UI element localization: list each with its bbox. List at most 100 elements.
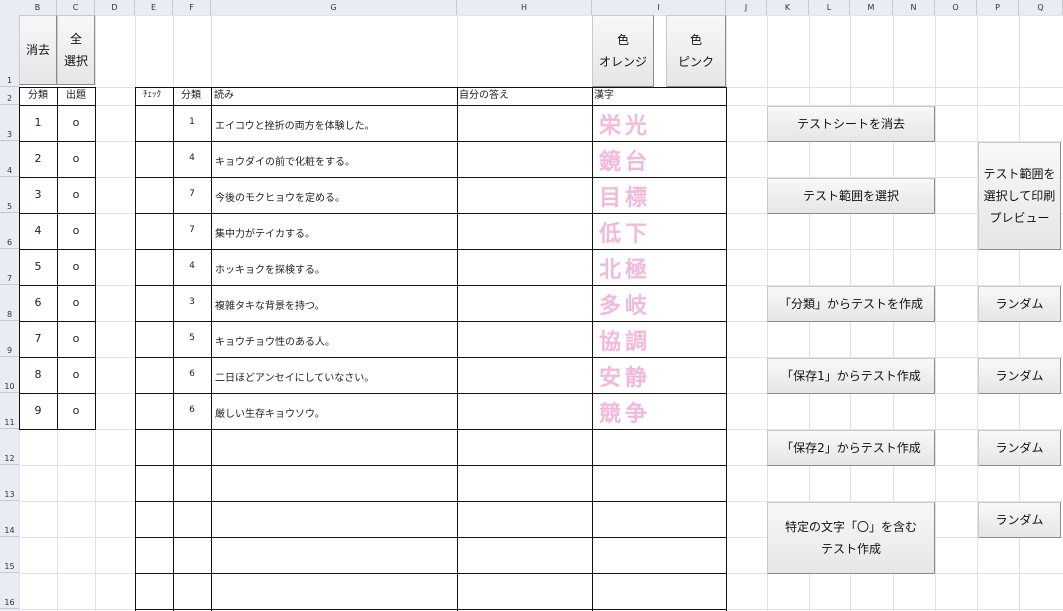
create-from-save2-button[interactable]: 「保存2」からテスト作成 bbox=[767, 430, 935, 466]
question-mark: o bbox=[72, 368, 80, 381]
column-header[interactable]: D bbox=[95, 0, 135, 15]
column-header[interactable]: H bbox=[457, 0, 592, 15]
gridline bbox=[19, 15, 1063, 16]
table-border bbox=[135, 393, 727, 394]
table-border bbox=[19, 213, 96, 214]
column-header[interactable]: I bbox=[592, 0, 726, 15]
create-with-specific-char-button[interactable]: 特定の文字「〇」を含む テスト作成 bbox=[767, 502, 935, 574]
table-border bbox=[19, 393, 96, 394]
kanji-answer: 目標 bbox=[599, 185, 652, 211]
question-mark: o bbox=[72, 188, 80, 201]
table-border bbox=[135, 321, 727, 322]
column-header[interactable]: G bbox=[211, 0, 457, 15]
reading-text: キョウチョウ性のある人。 bbox=[215, 337, 335, 348]
row-header-label: 10 bbox=[4, 382, 15, 391]
create-from-save1-button[interactable]: 「保存1」からテスト作成 bbox=[767, 358, 935, 394]
category-number: 7 bbox=[189, 189, 195, 199]
kanji-answer: 低下 bbox=[599, 221, 652, 247]
table-border bbox=[19, 429, 96, 430]
row-header[interactable]: 2 bbox=[0, 87, 19, 105]
row-number: 4 bbox=[34, 224, 42, 237]
header-bunrui-left: 分類 bbox=[28, 90, 48, 101]
spreadsheet[interactable]: BCDEFGHIJKLMNOPQ 1 2 3 4 5 6 7 8 9 10 11 12 13 14 15 16… bbox=[0, 0, 1063, 611]
row-header[interactable]: 7 bbox=[0, 249, 19, 285]
reading-text: 複雑タキな背景を持つ。 bbox=[215, 301, 325, 312]
table-border bbox=[135, 429, 727, 430]
row-header[interactable]: 3 bbox=[0, 105, 19, 141]
row-header[interactable]: 14 bbox=[0, 501, 19, 537]
row-header-label: 2 bbox=[6, 94, 13, 103]
random-button-3[interactable]: ランダム bbox=[978, 430, 1061, 466]
reading-text: ホッキョクを探検する。 bbox=[215, 265, 325, 276]
column-header[interactable]: P bbox=[977, 0, 1019, 15]
header-bunrui: 分類 bbox=[181, 90, 201, 101]
row-header-label: 6 bbox=[6, 238, 13, 247]
column-header[interactable]: L bbox=[809, 0, 850, 15]
kanji-answer: 安静 bbox=[599, 365, 652, 391]
column-header[interactable]: N bbox=[893, 0, 935, 15]
column-header[interactable]: Q bbox=[1019, 0, 1063, 15]
select-test-range-button[interactable]: テスト範囲を選択 bbox=[767, 178, 935, 214]
row-number: 2 bbox=[34, 152, 42, 165]
table-border bbox=[19, 357, 96, 358]
table-border bbox=[135, 465, 727, 466]
row-header[interactable]: 10 bbox=[0, 357, 19, 393]
random-button-2[interactable]: ランダム bbox=[978, 358, 1061, 394]
row-header[interactable]: 5 bbox=[0, 177, 19, 213]
row-header[interactable]: 11 bbox=[0, 393, 19, 429]
row-number: 1 bbox=[34, 116, 42, 129]
row-header[interactable]: 9 bbox=[0, 321, 19, 357]
row-header[interactable]: 8 bbox=[0, 285, 19, 321]
question-mark: o bbox=[72, 224, 80, 237]
table-border bbox=[135, 285, 727, 286]
row-header-label: 9 bbox=[6, 346, 13, 355]
row-header-label: 11 bbox=[4, 418, 15, 427]
reading-text: 厳しい生存キョウソウ。 bbox=[215, 409, 325, 420]
table-border bbox=[135, 537, 727, 538]
column-header[interactable]: J bbox=[726, 0, 767, 15]
reading-text: 集中力がテイカする。 bbox=[215, 229, 315, 240]
row-header[interactable]: 15 bbox=[0, 537, 19, 573]
row-header[interactable]: 1 bbox=[0, 15, 19, 87]
row-header[interactable]: 6 bbox=[0, 213, 19, 249]
table-border bbox=[135, 213, 727, 214]
column-header[interactable]: O bbox=[935, 0, 977, 15]
row-header[interactable]: 16 bbox=[0, 573, 19, 609]
column-header[interactable]: F bbox=[173, 0, 211, 15]
row-number: 6 bbox=[34, 296, 42, 309]
row-header-label: 1 bbox=[6, 76, 13, 85]
question-mark: o bbox=[72, 260, 80, 273]
table-border bbox=[19, 177, 96, 178]
row-header-label: 8 bbox=[6, 310, 13, 319]
table-border bbox=[19, 105, 96, 106]
table-border bbox=[173, 87, 174, 611]
category-number: 6 bbox=[189, 369, 195, 379]
random-button-1[interactable]: ランダム bbox=[978, 286, 1061, 322]
select-range-print-preview-button[interactable]: テスト範囲を 選択して印刷 プレビュー bbox=[978, 142, 1061, 250]
erase-test-sheet-button[interactable]: テストシートを消去 bbox=[767, 106, 935, 142]
column-header[interactable]: K bbox=[767, 0, 809, 15]
select-all-button[interactable]: 全 選択 bbox=[57, 15, 95, 85]
random-button-4[interactable]: ランダム bbox=[978, 502, 1061, 538]
row-header[interactable]: 13 bbox=[0, 465, 19, 501]
table-border bbox=[19, 321, 96, 322]
color-pink-button[interactable]: 色 ピンク bbox=[666, 15, 726, 87]
reading-text: エイコウと挫折の両方を体験した。 bbox=[215, 121, 375, 132]
erase-button[interactable]: 消去 bbox=[19, 15, 57, 85]
table-border bbox=[135, 87, 136, 611]
create-from-category-button[interactable]: 「分類」からテストを作成 bbox=[767, 286, 935, 322]
reading-text: 二日ほどアンセイにしていなさい。 bbox=[215, 373, 375, 384]
category-number: 3 bbox=[189, 297, 195, 307]
table-border bbox=[135, 501, 727, 502]
row-header-label: 16 bbox=[4, 598, 15, 607]
column-header[interactable]: M bbox=[850, 0, 893, 15]
color-orange-button[interactable]: 色 オレンジ bbox=[592, 15, 654, 87]
row-header[interactable]: 4 bbox=[0, 141, 19, 177]
column-header[interactable]: C bbox=[57, 0, 95, 15]
row-header[interactable]: 12 bbox=[0, 429, 19, 465]
column-header[interactable]: B bbox=[19, 0, 57, 15]
column-header[interactable]: E bbox=[135, 0, 173, 15]
row-header-label: 12 bbox=[4, 454, 15, 463]
kanji-answer: 協調 bbox=[599, 329, 652, 355]
category-number: 4 bbox=[189, 261, 195, 271]
